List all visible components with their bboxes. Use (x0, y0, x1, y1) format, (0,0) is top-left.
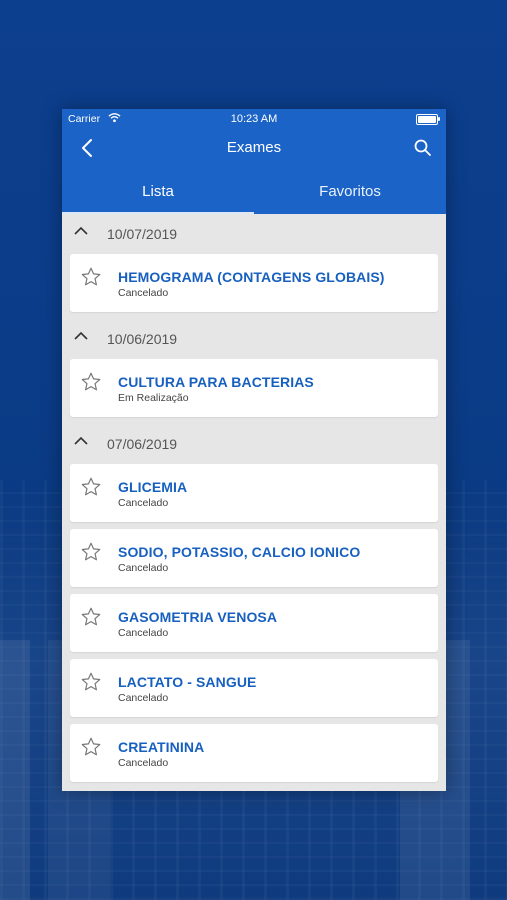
exam-list[interactable]: 10/07/2019 HEMOGRAMA (CONTAGENS GLOBAIS)… (62, 214, 446, 791)
exam-card[interactable]: HEMOGRAMA (CONTAGENS GLOBAIS) Cancelado (70, 254, 438, 312)
page-title: Exames (226, 139, 282, 156)
date-group-header[interactable]: 07/06/2019 (62, 424, 446, 464)
favorite-star-icon[interactable] (80, 476, 102, 498)
group-date: 10/07/2019 (107, 226, 178, 242)
exam-name: GASOMETRIA VENOSA (118, 609, 278, 625)
search-icon[interactable] (412, 137, 434, 159)
exam-status: Cancelado (118, 627, 169, 639)
exam-status: Cancelado (118, 562, 169, 574)
status-bar: Carrier 10:23 AM (62, 109, 446, 129)
exam-card[interactable]: LACTATO - SANGUE Cancelado (70, 659, 438, 717)
tab-lista[interactable]: Lista (62, 169, 254, 214)
header: Carrier 10:23 AM Exames Lista Favoritos (62, 109, 446, 214)
exam-status: Cancelado (118, 497, 169, 509)
exam-name: HEMOGRAMA (CONTAGENS GLOBAIS) (118, 269, 385, 285)
exam-card[interactable]: GASOMETRIA VENOSA Cancelado (70, 594, 438, 652)
group-date: 10/06/2019 (107, 331, 178, 347)
favorite-star-icon[interactable] (80, 371, 102, 393)
date-group-header[interactable]: 10/07/2019 (62, 214, 446, 254)
exam-card[interactable]: GLICEMIA Cancelado (70, 464, 438, 522)
exam-name: SODIO, POTASSIO, CALCIO IONICO (118, 544, 361, 560)
exam-status: Cancelado (118, 692, 169, 704)
favorite-star-icon[interactable] (80, 671, 102, 693)
tab-favoritos[interactable]: Favoritos (254, 169, 446, 214)
exam-name: GLICEMIA (118, 479, 188, 495)
exam-name: LACTATO - SANGUE (118, 674, 257, 690)
exam-status: Cancelado (118, 757, 169, 769)
exam-name: CREATININA (118, 739, 205, 755)
navigation-bar: Exames (62, 131, 446, 165)
exam-card[interactable]: SODIO, POTASSIO, CALCIO IONICO Cancelado (70, 529, 438, 587)
exam-status: Em Realização (118, 392, 189, 404)
exam-status: Cancelado (118, 287, 169, 299)
favorite-star-icon[interactable] (80, 266, 102, 288)
date-group-header[interactable]: 10/06/2019 (62, 319, 446, 359)
battery-icon (416, 114, 440, 125)
exam-card[interactable]: CREATININA Cancelado (70, 724, 438, 782)
chevron-up-icon (74, 331, 88, 340)
favorite-star-icon[interactable] (80, 606, 102, 628)
exam-card[interactable]: CULTURA PARA BACTERIAS Em Realização (70, 359, 438, 417)
exam-name: CULTURA PARA BACTERIAS (118, 374, 314, 390)
app-screen: Carrier 10:23 AM Exames Lista Favoritos (62, 109, 446, 791)
tab-bar: Lista Favoritos (62, 169, 446, 214)
group-date: 07/06/2019 (107, 436, 178, 452)
chevron-up-icon (74, 436, 88, 445)
favorite-star-icon[interactable] (80, 541, 102, 563)
chevron-up-icon (74, 226, 88, 235)
favorite-star-icon[interactable] (80, 736, 102, 758)
clock: 10:23 AM (230, 113, 278, 125)
